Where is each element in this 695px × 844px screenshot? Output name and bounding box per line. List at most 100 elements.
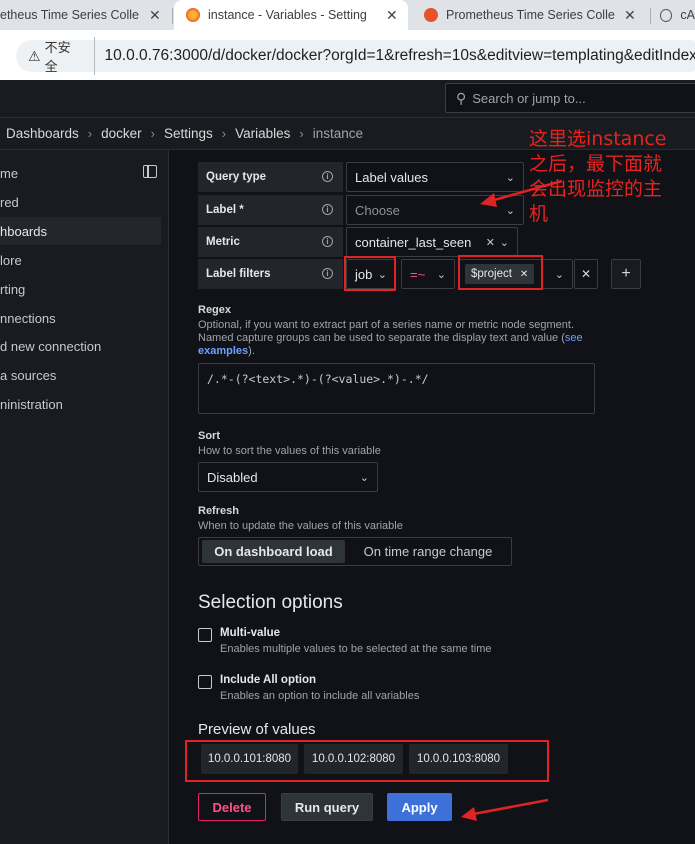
browser-tab-4[interactable]: cA (655, 0, 695, 30)
prometheus-icon (424, 8, 438, 22)
search-input[interactable]: ⚲ Search or jump to... (445, 83, 695, 113)
multi-value-description: Enables multiple values to be selected a… (220, 643, 492, 655)
label-text: Query type (206, 171, 267, 183)
chevron-down-icon: ⌄ (554, 268, 564, 281)
close-icon[interactable]: ✕ (386, 7, 398, 24)
breadcrumb-item-docker[interactable]: docker (101, 126, 142, 141)
breadcrumb-item-current: instance (312, 126, 364, 141)
security-label[interactable]: 不安全 (45, 37, 95, 75)
sidebar-item-connections[interactable]: nnections (0, 304, 161, 332)
breadcrumb-item-variables[interactable]: Variables (235, 126, 290, 141)
sidebar-item-label: red (0, 194, 19, 210)
sidebar-item-add-new-connection[interactable]: d new connection (0, 332, 161, 360)
select-value: Disabled (207, 469, 258, 485)
clear-icon[interactable]: ✕ (486, 236, 495, 249)
select-value: container_last_seen (355, 234, 472, 250)
sidebar-item-label: d new connection (0, 338, 102, 354)
desc-end: ). (248, 345, 255, 357)
warning-icon: ⚠ (28, 47, 41, 64)
include-all-checkbox[interactable] (198, 675, 212, 689)
sidebar-item-home[interactable]: me (0, 159, 161, 187)
sidebar-item-alerting[interactable]: rting (0, 275, 161, 303)
refresh-option-time-range[interactable]: On time range change (348, 540, 508, 563)
multi-value-checkbox[interactable] (198, 628, 212, 642)
preview-title: Preview of values (198, 721, 316, 738)
see-link[interactable]: see (565, 332, 583, 344)
filter-operator-select[interactable]: =~ ⌄ (401, 259, 455, 289)
annotation-note: 这里选instance 之后，最下面就 会出现监控的主 机 (529, 127, 689, 227)
refresh-option-on-load[interactable]: On dashboard load (202, 540, 345, 563)
url-text: 10.0.0.76:3000/d/docker/docker?orgId=1&r… (104, 47, 695, 64)
info-icon[interactable]: i (322, 204, 333, 215)
sidebar-item-label: lore (0, 252, 22, 268)
globe-icon (660, 8, 673, 22)
delete-button[interactable]: Delete (198, 793, 266, 821)
sidebar-item-dashboards[interactable]: hboards (0, 217, 161, 245)
chevron-right-icon: › (87, 126, 93, 141)
sidebar-item-label: nnections (0, 310, 56, 326)
breadcrumb-item-settings[interactable]: Settings (164, 126, 213, 141)
info-icon[interactable]: i (322, 268, 333, 279)
sidebar-item-label: me (0, 165, 19, 181)
plus-icon: + (621, 265, 631, 282)
chevron-down-icon: ⌄ (505, 171, 515, 184)
sidebar-item-administration[interactable]: ninistration (0, 390, 161, 418)
annotation-line: 这里选instance (529, 128, 667, 150)
close-icon[interactable]: ✕ (624, 7, 636, 24)
sort-description: How to sort the values of this variable (198, 445, 381, 457)
close-icon: ✕ (580, 267, 592, 281)
sidebar-item-explore[interactable]: lore (0, 246, 161, 274)
label-text: Label * (206, 204, 244, 216)
close-icon[interactable]: ✕ (149, 7, 161, 24)
tab-title: Prometheus Time Series Colle (446, 8, 615, 22)
search-icon: ⚲ (456, 89, 467, 106)
sidebar-item-data-sources[interactable]: a sources (0, 361, 161, 389)
include-all-description: Enables an option to include all variabl… (220, 690, 420, 702)
remove-filter-button[interactable]: ✕ (574, 259, 598, 289)
annotation-line: 会出现监控的主 (529, 178, 663, 200)
annotation-box-preview (185, 740, 549, 782)
regex-input[interactable]: /.*-(?<text>.*)-(?<value>.*)-.*/ (198, 363, 595, 414)
select-value: Label values (355, 169, 428, 185)
sort-select[interactable]: Disabled ⌄ (198, 462, 378, 492)
run-query-button[interactable]: Run query (281, 793, 373, 821)
info-icon[interactable]: i (322, 171, 333, 182)
search-placeholder: Search or jump to... (472, 90, 586, 106)
sort-title: Sort (198, 430, 220, 442)
browser-tab-2[interactable]: instance - Variables - Setting ✕ (174, 0, 408, 30)
sidebar: me red hboards lore rting nnections d ne… (0, 150, 169, 844)
label-select[interactable]: Choose ⌄ (346, 195, 524, 225)
chevron-right-icon: › (299, 126, 304, 141)
select-value: =~ (410, 266, 426, 282)
browser-tab-bar: etheus Time Series Colle ✕ instance - Va… (0, 0, 695, 30)
tab-title: instance - Variables - Setting (208, 8, 367, 22)
apply-button[interactable]: Apply (387, 793, 452, 821)
add-filter-button[interactable]: + (611, 259, 641, 289)
annotation-box-filter-value (458, 255, 543, 290)
chevron-down-icon: ⌄ (436, 268, 446, 281)
tab-separator (650, 8, 651, 24)
button-label: Run query (294, 799, 360, 815)
url-field[interactable]: ⚠ 不安全 10.0.0.76:3000/d/docker/docker?org… (16, 37, 695, 75)
dock-menu-icon[interactable] (143, 165, 157, 178)
chevron-down-icon: ⌄ (505, 204, 515, 217)
examples-link[interactable]: examples (198, 345, 248, 357)
breadcrumb-item-dashboards[interactable]: Dashboards (6, 126, 79, 141)
info-icon[interactable]: i (322, 236, 333, 247)
query-type-select[interactable]: Label values ⌄ (346, 162, 524, 192)
sidebar-item-starred[interactable]: red (0, 188, 161, 216)
chevron-down-icon: ⌄ (499, 236, 509, 249)
browser-tab-3[interactable]: Prometheus Time Series Colle ✕ (414, 0, 648, 30)
select-placeholder: Choose (355, 202, 400, 218)
regex-description: Optional, if you want to extract part of… (198, 319, 638, 358)
multi-value-title: Multi-value (220, 627, 281, 639)
metric-select[interactable]: container_last_seen ✕ ⌄ (346, 227, 518, 257)
sidebar-item-label: hboards (0, 223, 47, 239)
sidebar-item-label: rting (0, 281, 26, 297)
regex-title: Regex (198, 304, 232, 316)
chevron-right-icon: › (221, 126, 227, 141)
tab-title: etheus Time Series Colle (0, 8, 139, 22)
browser-tab-1[interactable]: etheus Time Series Colle ✕ (0, 0, 172, 30)
option-label: On dashboard load (214, 544, 333, 559)
label-text: Label filters (206, 268, 271, 280)
